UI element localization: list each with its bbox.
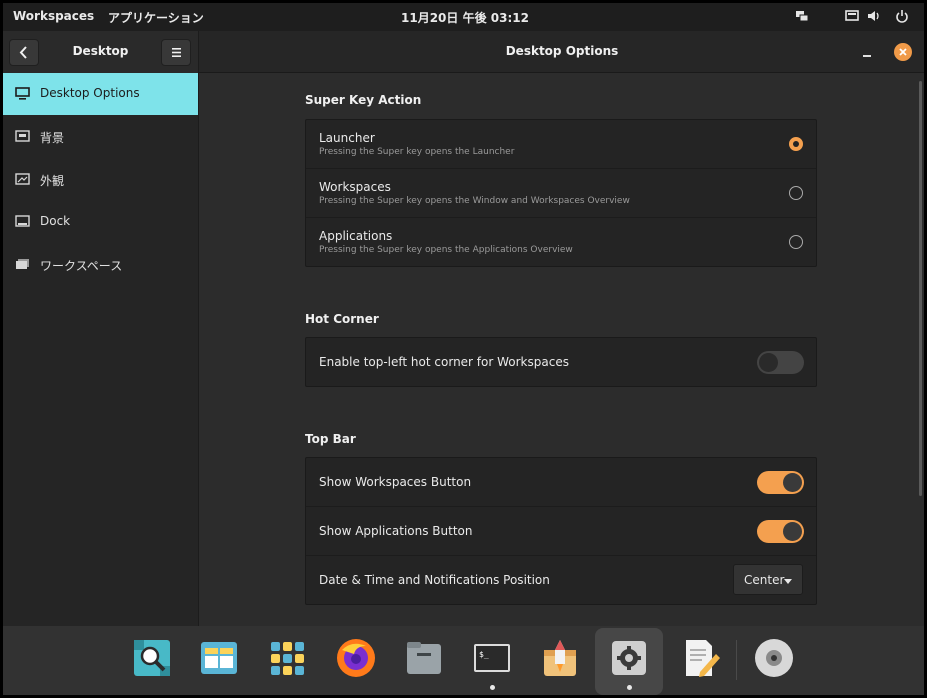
settings-content: Super Key Action Launcher Pressing the S… bbox=[200, 73, 924, 626]
running-indicator bbox=[490, 685, 495, 690]
show-workspaces-label: Show Workspaces Button bbox=[319, 475, 472, 489]
show-workspaces-row: Show Workspaces Button bbox=[306, 458, 816, 507]
monitor-icon bbox=[15, 87, 30, 100]
settings-app-icon[interactable] bbox=[607, 636, 651, 680]
clock[interactable]: 11月20日 午後 03:12 bbox=[401, 9, 529, 26]
sidebar-item-desktop-options[interactable]: Desktop Options bbox=[3, 73, 198, 115]
sidebar-item-dock[interactable]: Dock bbox=[3, 201, 198, 243]
hamburger-icon bbox=[172, 48, 181, 57]
applications-radio[interactable] bbox=[789, 235, 803, 249]
network-icon[interactable] bbox=[795, 9, 809, 23]
position-label: Date & Time and Notifications Position bbox=[319, 573, 550, 587]
sidebar: Desktop Options 背景 外観 Dock ワークスペース bbox=[3, 73, 199, 626]
svg-text:$_: $_ bbox=[479, 650, 489, 659]
launcher-radio[interactable] bbox=[789, 137, 803, 151]
section-title-top-bar: Top Bar bbox=[305, 432, 356, 446]
disc-icon[interactable] bbox=[752, 636, 796, 680]
dock-separator bbox=[736, 640, 737, 680]
window-title: Desktop Options bbox=[505, 44, 619, 58]
top-bar-group: Show Workspaces Button Show Applications… bbox=[305, 457, 817, 605]
super-key-option-launcher[interactable]: Launcher Pressing the Super key opens th… bbox=[306, 120, 816, 169]
applications-app-icon[interactable] bbox=[265, 636, 309, 680]
sidebar-item-label: 背景 bbox=[40, 131, 65, 145]
search-app-icon[interactable] bbox=[130, 636, 174, 680]
sidebar-item-label: Dock bbox=[40, 214, 71, 228]
show-applications-row: Show Applications Button bbox=[306, 507, 816, 556]
text-editor-app-icon[interactable] bbox=[678, 636, 722, 680]
volume-icon[interactable] bbox=[867, 9, 881, 23]
position-value: Center bbox=[744, 573, 785, 587]
files-app-icon[interactable] bbox=[402, 636, 446, 680]
terminal-app-icon[interactable]: $_ bbox=[470, 636, 514, 680]
display-icon[interactable] bbox=[845, 9, 859, 23]
show-applications-toggle[interactable] bbox=[757, 520, 804, 543]
hot-corner-row: Enable top-left hot corner for Workspace… bbox=[306, 338, 816, 387]
super-key-option-applications[interactable]: Applications Pressing the Super key open… bbox=[306, 218, 816, 267]
workspaces-icon bbox=[16, 259, 29, 269]
close-icon bbox=[899, 48, 907, 56]
position-dropdown[interactable]: Center bbox=[733, 564, 803, 595]
option-description: Pressing the Super key opens the Window … bbox=[319, 196, 630, 206]
sidebar-title: Desktop bbox=[72, 44, 129, 58]
workspaces-radio[interactable] bbox=[789, 186, 803, 200]
position-row: Date & Time and Notifications Position C… bbox=[306, 556, 816, 605]
section-title-hot-corner: Hot Corner bbox=[305, 312, 379, 326]
top-panel: Workspaces アプリケーション 11月20日 午後 03:12 bbox=[3, 3, 924, 31]
dock-icon bbox=[15, 215, 30, 227]
running-indicator bbox=[627, 685, 632, 690]
firefox-app-icon[interactable] bbox=[334, 636, 378, 680]
toggle-knob bbox=[783, 522, 802, 541]
super-key-options: Launcher Pressing the Super key opens th… bbox=[305, 119, 817, 267]
toggle-knob bbox=[759, 353, 778, 372]
chevron-down-icon bbox=[784, 579, 792, 584]
power-icon[interactable] bbox=[895, 9, 909, 23]
wallpaper-icon bbox=[15, 130, 30, 142]
workspaces-app-icon[interactable] bbox=[197, 636, 241, 680]
show-applications-label: Show Applications Button bbox=[319, 524, 473, 538]
applications-button[interactable]: アプリケーション bbox=[108, 9, 204, 26]
appearance-icon bbox=[15, 173, 30, 185]
hot-corner-label: Enable top-left hot corner for Workspace… bbox=[319, 355, 569, 369]
window-header: Desktop Desktop Options bbox=[3, 31, 924, 73]
option-description: Pressing the Super key opens the Launche… bbox=[319, 147, 515, 157]
menu-button[interactable] bbox=[161, 39, 191, 66]
screen: Workspaces アプリケーション 11月20日 午後 03:12 Desk… bbox=[3, 3, 924, 695]
toggle-knob bbox=[783, 473, 802, 492]
hot-corner-toggle[interactable] bbox=[757, 351, 804, 374]
option-title: Launcher bbox=[319, 131, 375, 145]
show-workspaces-toggle[interactable] bbox=[757, 471, 804, 494]
workspaces-button[interactable]: Workspaces bbox=[13, 9, 94, 23]
sidebar-item-label: 外観 bbox=[40, 174, 65, 188]
sidebar-item-label: Desktop Options bbox=[40, 86, 140, 100]
sidebar-header: Desktop bbox=[3, 31, 199, 73]
minimize-button[interactable] bbox=[863, 55, 871, 57]
sidebar-item-workspaces[interactable]: ワークスペース bbox=[3, 244, 198, 286]
chevron-left-icon bbox=[19, 46, 27, 59]
sidebar-item-label: ワークスペース bbox=[40, 259, 123, 273]
option-description: Pressing the Super key opens the Applica… bbox=[319, 245, 573, 255]
close-button[interactable] bbox=[894, 43, 912, 61]
option-title: Applications bbox=[319, 229, 393, 243]
sidebar-item-appearance[interactable]: 外観 bbox=[3, 159, 198, 201]
super-key-option-workspaces[interactable]: Workspaces Pressing the Super key opens … bbox=[306, 169, 816, 218]
option-title: Workspaces bbox=[319, 180, 391, 194]
back-button[interactable] bbox=[9, 39, 39, 66]
section-title-super-key: Super Key Action bbox=[305, 93, 422, 107]
sidebar-item-background[interactable]: 背景 bbox=[3, 116, 198, 158]
hot-corner-group: Enable top-left hot corner for Workspace… bbox=[305, 337, 817, 387]
dock: $_ bbox=[3, 626, 924, 695]
scrollbar[interactable] bbox=[919, 81, 922, 496]
pop-shop-app-icon[interactable] bbox=[538, 636, 582, 680]
